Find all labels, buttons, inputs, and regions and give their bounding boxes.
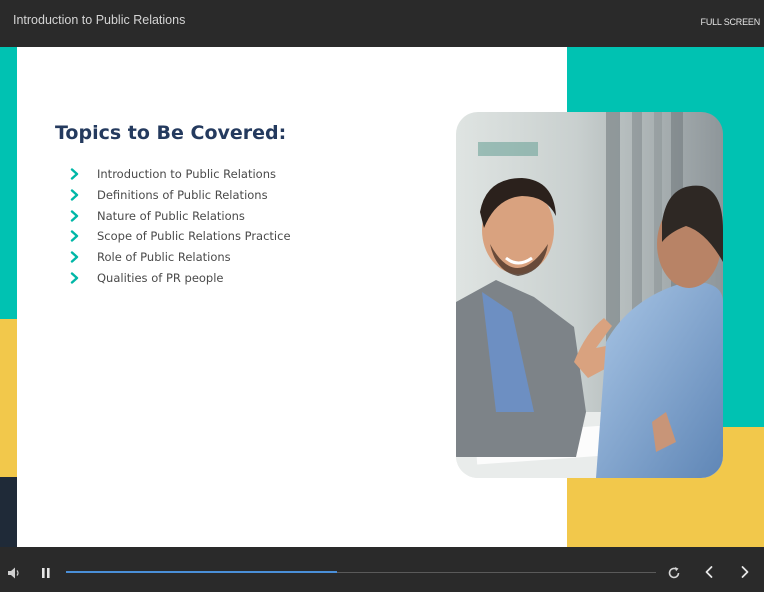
slide-canvas: Topics to Be Covered: Introduction to Pu…	[0, 47, 764, 547]
topic-label: Role of Public Relations	[97, 250, 231, 265]
progress-fill	[66, 571, 338, 573]
course-title: Introduction to Public Relations	[13, 13, 186, 27]
left-accent-yellow	[0, 319, 17, 477]
replay-icon[interactable]	[667, 566, 681, 580]
topic-label: Scope of Public Relations Practice	[97, 229, 291, 244]
chevron-right-icon	[70, 189, 79, 201]
topic-label: Nature of Public Relations	[97, 208, 245, 223]
chevron-left-icon[interactable]	[703, 565, 715, 579]
chevron-right-icon[interactable]	[739, 565, 751, 579]
topic-label: Introduction to Public Relations	[97, 167, 276, 181]
chevron-right-icon	[70, 272, 79, 284]
left-accent-teal	[0, 47, 17, 319]
fullscreen-button[interactable]: FULL SCREEN	[701, 17, 761, 27]
progress-bar[interactable]	[66, 571, 656, 573]
top-bar: Introduction to Public Relations FULL SC…	[0, 0, 764, 46]
chevron-right-icon	[70, 230, 79, 243]
chevron-right-icon	[70, 168, 79, 180]
chevron-right-icon	[70, 209, 79, 222]
player-controls	[0, 547, 764, 592]
chevron-right-icon	[70, 251, 79, 263]
topic-label: Definitions of Public Relations	[97, 187, 268, 202]
left-accent-navy	[0, 477, 17, 547]
pause-icon[interactable]	[41, 567, 51, 579]
topic-label: Qualities of PR people	[97, 270, 224, 285]
business-meeting-photo	[456, 112, 723, 478]
slide-heading: Topics to Be Covered:	[55, 122, 287, 144]
volume-icon[interactable]	[7, 566, 21, 580]
